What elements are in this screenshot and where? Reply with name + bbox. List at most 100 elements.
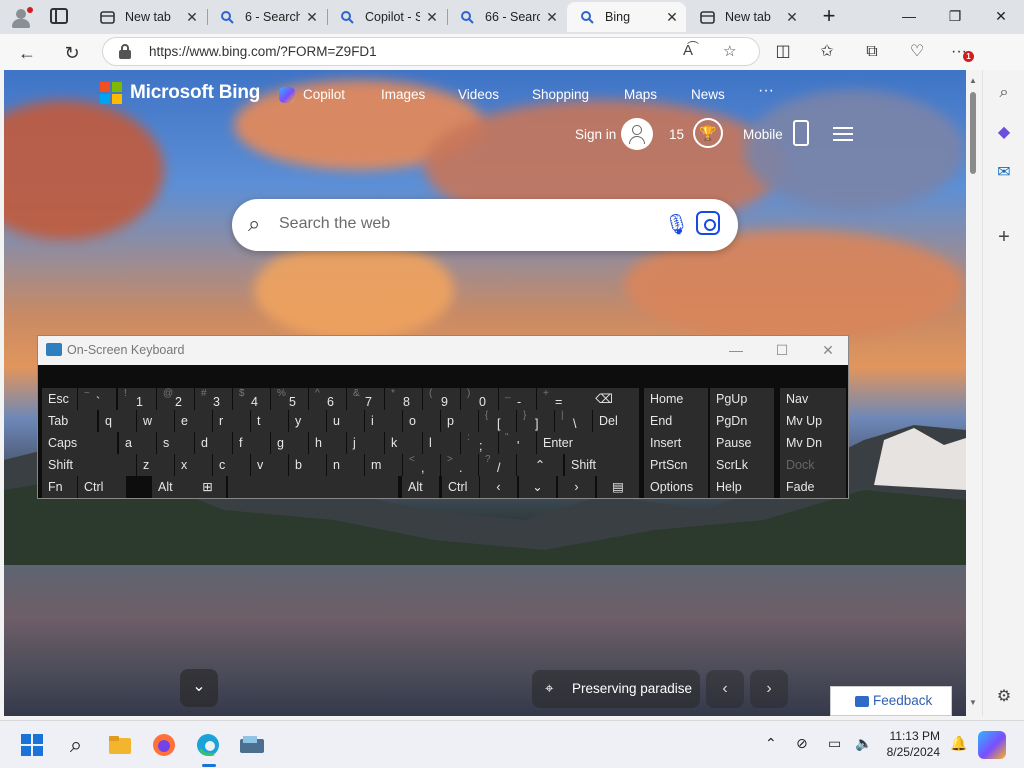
address-bar[interactable]: https://www.bing.com/?FORM=Z9FD1 A͡ ☆ xyxy=(102,37,760,66)
copilot-taskbar-icon[interactable] xyxy=(978,731,1006,759)
osk-key[interactable]: ^ 6 xyxy=(309,388,346,410)
firefox-icon[interactable] xyxy=(148,729,180,761)
minimize-button[interactable]: — xyxy=(886,0,932,32)
osk-nav-key[interactable]: Dock xyxy=(780,454,846,476)
osk-key[interactable]: x xyxy=(175,454,212,476)
nav-shopping[interactable]: Shopping xyxy=(532,87,589,102)
osk-key[interactable]: w xyxy=(137,410,174,432)
osk-key[interactable]: * 8 xyxy=(385,388,422,410)
nav-images[interactable]: Images xyxy=(381,87,425,102)
osk-key[interactable]: u xyxy=(327,410,364,432)
osk-key[interactable]: @2 xyxy=(157,388,194,410)
tab-new-tab-2[interactable]: New tab ✕ xyxy=(687,2,806,32)
right-arrow-key-icon[interactable]: › xyxy=(558,476,595,498)
close-icon[interactable]: ✕ xyxy=(544,9,560,26)
close-window-button[interactable]: ✕ xyxy=(978,0,1024,32)
osk-key[interactable]: d xyxy=(195,432,232,454)
left-arrow-key-icon[interactable]: ‹ xyxy=(480,476,517,498)
microphone-icon[interactable]: 🎙 xyxy=(664,212,689,237)
volume-icon[interactable]: 🔈 xyxy=(855,735,872,752)
osk-key[interactable]: q xyxy=(99,410,136,432)
start-button[interactable] xyxy=(16,729,48,761)
osk-key[interactable]: <, xyxy=(403,454,440,476)
gear-icon[interactable]: ⚙ xyxy=(991,684,1017,710)
profile-icon[interactable] xyxy=(8,5,34,31)
osk-key[interactable]: k xyxy=(385,432,422,454)
osk-key[interactable]: l xyxy=(423,432,460,454)
osk-key[interactable]: ? / xyxy=(479,454,516,476)
network-icon[interactable]: ⊘ xyxy=(796,735,808,752)
osk-key[interactable]: Del xyxy=(593,410,639,432)
osk-key[interactable]: _ - xyxy=(499,388,536,410)
osk-key[interactable]: e xyxy=(175,410,212,432)
osk-key[interactable]: p xyxy=(441,410,478,432)
tab-copilot[interactable]: Copilot - S ✕ xyxy=(327,2,446,32)
file-explorer-icon[interactable] xyxy=(104,729,136,761)
read-aloud-icon[interactable]: A͡ xyxy=(683,42,693,59)
osk-nav-key[interactable]: Options xyxy=(644,476,708,498)
osk-nav-key[interactable]: Nav xyxy=(780,388,846,410)
close-icon[interactable]: ✕ xyxy=(184,9,200,26)
tab-actions-icon[interactable] xyxy=(50,8,68,24)
osk-key[interactable]: Alt xyxy=(152,476,189,498)
on-screen-keyboard-taskbar-icon[interactable] xyxy=(236,729,268,761)
osk-nav-key[interactable]: Pause xyxy=(710,432,774,454)
search-icon[interactable]: ⌕ xyxy=(60,729,92,761)
lock-icon[interactable] xyxy=(119,44,131,59)
scroll-thumb[interactable] xyxy=(970,92,976,174)
osk-key[interactable]: Ctrl xyxy=(78,476,126,498)
browser-essentials-icon[interactable]: ♡ xyxy=(905,40,929,64)
osk-nav-key[interactable]: Mv Up xyxy=(780,410,846,432)
refresh-button[interactable]: ↻ xyxy=(59,40,85,66)
new-tab-button[interactable]: + xyxy=(816,4,842,30)
sign-in-link[interactable]: Sign in xyxy=(575,127,616,142)
tab-search-6[interactable]: 6 - Search ✕ xyxy=(207,2,326,32)
osk-key[interactable]: f xyxy=(233,432,270,454)
osk-nav-key[interactable]: PgUp xyxy=(710,388,774,410)
osk-key[interactable]: g xyxy=(271,432,308,454)
osk-key[interactable]: s xyxy=(157,432,194,454)
back-button[interactable]: ← xyxy=(14,40,40,66)
osk-nav-key[interactable]: ScrLk xyxy=(710,454,774,476)
osk-key[interactable]: Tab xyxy=(42,410,97,432)
scroll-up-arrow[interactable]: ▲ xyxy=(968,76,978,85)
osk-key[interactable]: (9 xyxy=(423,388,460,410)
osk-key[interactable]: #3 xyxy=(195,388,232,410)
phone-icon[interactable] xyxy=(793,120,809,146)
osk-key[interactable]: Ctrl xyxy=(442,476,479,498)
scroll-down-arrow[interactable]: ▼ xyxy=(968,698,978,707)
osk-key[interactable]: Shift xyxy=(42,454,136,476)
osk-key[interactable]: h xyxy=(309,432,346,454)
nav-more[interactable]: ··· xyxy=(758,82,774,100)
previous-image-button[interactable]: ‹ xyxy=(706,670,744,708)
favorites-icon[interactable]: ✩ xyxy=(815,40,839,64)
osk-nav-key[interactable]: Home xyxy=(644,388,708,410)
backspace-icon[interactable]: ⌫ xyxy=(569,388,639,410)
osk-key[interactable]: m xyxy=(365,454,402,476)
visual-search-icon[interactable] xyxy=(696,211,720,235)
minimize-button[interactable]: — xyxy=(718,338,754,362)
osk-key[interactable]: Enter xyxy=(537,432,639,454)
osk-key[interactable]: Alt xyxy=(402,476,439,498)
nav-news[interactable]: News xyxy=(691,87,725,102)
osk-key[interactable]: y xyxy=(289,410,326,432)
tab-search-66[interactable]: 66 - Searc ✕ xyxy=(447,2,566,32)
close-icon[interactable]: ✕ xyxy=(810,338,846,362)
hamburger-menu-icon[interactable] xyxy=(833,127,853,141)
scrollbar[interactable]: ▲ ▼ xyxy=(966,70,980,716)
close-icon[interactable]: ✕ xyxy=(304,9,320,26)
system-clock[interactable]: 11:13 PM 8/25/2024 xyxy=(880,728,940,760)
osk-key[interactable]: {[ xyxy=(479,410,516,432)
copilot-sidebar-icon[interactable]: ◆ xyxy=(991,120,1017,146)
avatar-icon[interactable] xyxy=(621,118,653,150)
image-caption[interactable]: ⌖ Preserving paradise xyxy=(532,670,700,708)
osk-key[interactable]: :; xyxy=(461,432,498,454)
tab-new-tab-1[interactable]: New tab ✕ xyxy=(87,2,206,32)
add-icon[interactable]: + xyxy=(991,224,1017,250)
osk-nav-key[interactable]: PrtScn xyxy=(644,454,708,476)
search-placeholder[interactable]: Search the web xyxy=(279,215,390,233)
close-icon[interactable]: ✕ xyxy=(784,9,800,26)
osk-key[interactable]: % 5 xyxy=(271,388,308,410)
microsoft-logo-icon[interactable] xyxy=(100,82,122,104)
osk-key[interactable]: Shift xyxy=(565,454,639,476)
